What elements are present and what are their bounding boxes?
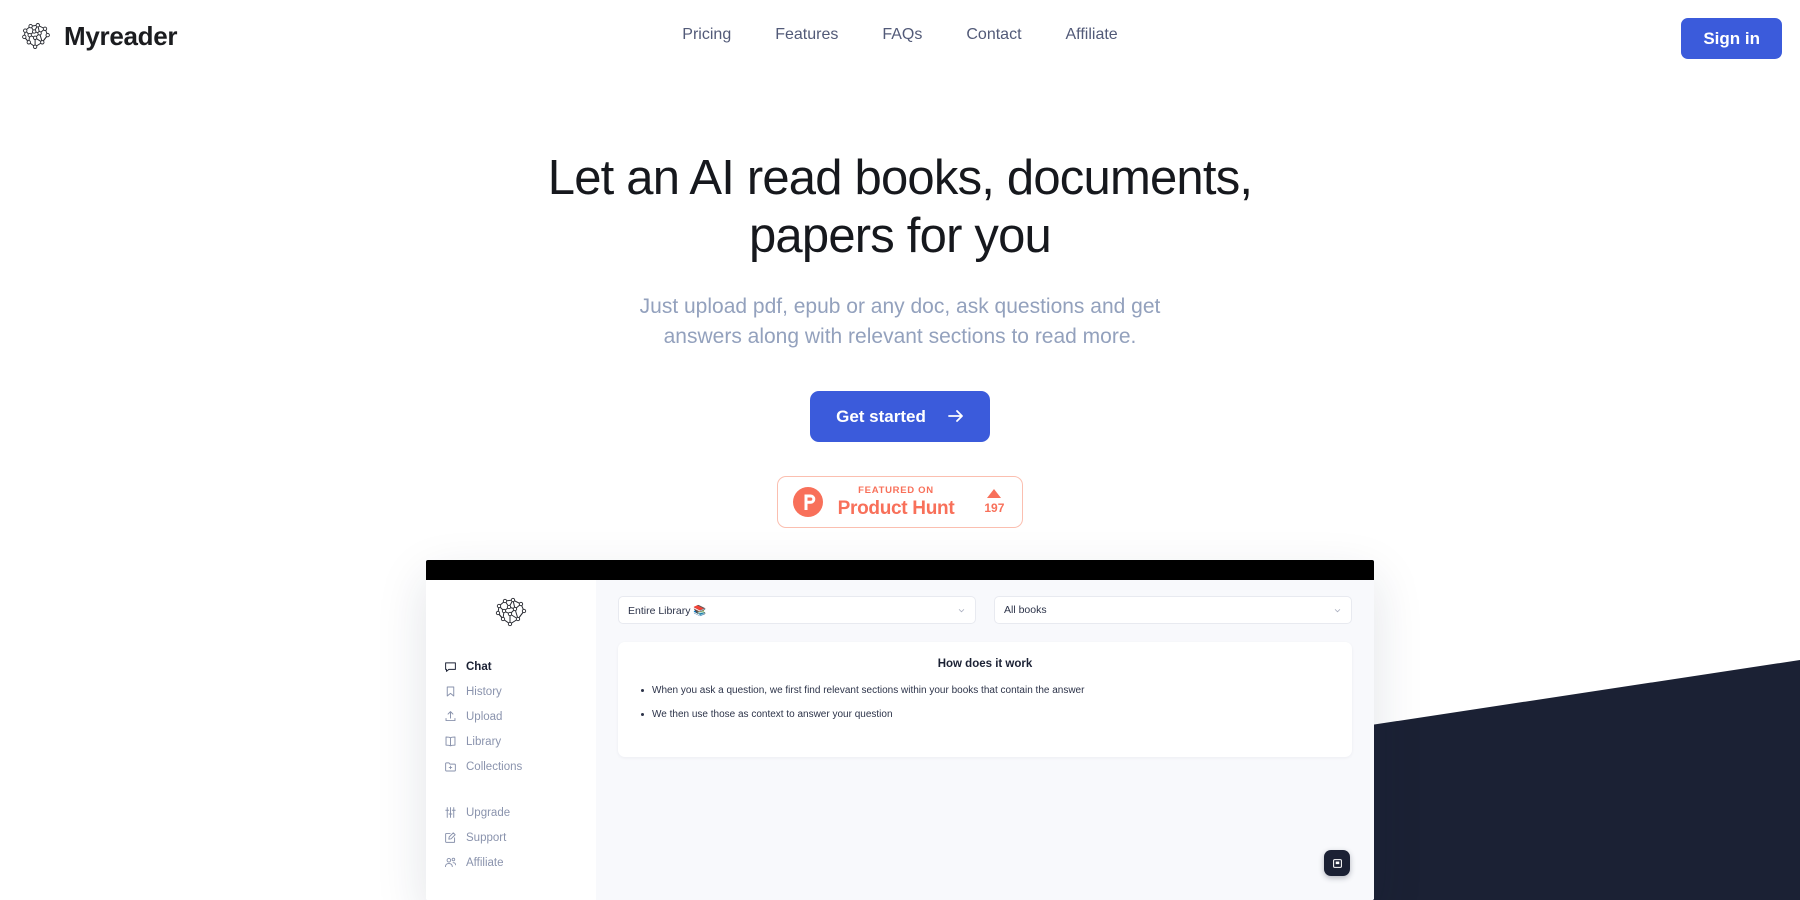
folder-plus-icon [445,762,456,772]
nav-item-features[interactable]: Features [775,26,838,44]
sidebar-item-upgrade[interactable]: Upgrade [438,800,584,825]
nav-item-faqs[interactable]: FAQs [882,26,922,44]
get-started-button[interactable]: Get started [810,390,990,442]
product-hunt-votes: 197 [984,489,1004,514]
sidebar-item-label: Collections [466,760,523,773]
arrow-right-icon [947,409,964,423]
sidebar-item-label: Library [466,735,502,748]
users-icon [444,857,456,868]
product-hunt-badge[interactable]: FEATURED ON Product Hunt 197 [776,475,1024,528]
sidebar-item-label: History [466,685,502,698]
sidebar-item-label: Upgrade [466,806,511,819]
sidebar-item-affiliate[interactable]: Affiliate [438,850,584,875]
triangle-up-icon [987,489,1002,499]
app-preview-screenshot: Chat History Upload Library Collections … [426,560,1374,900]
library-select[interactable]: Entire Library 📚 [618,596,976,624]
landing-page: Myreader Pricing Features FAQs Contact A… [0,0,1800,900]
app-sidebar-secondary-list: Upgrade Support Affiliate [426,800,596,875]
cta-container: Get started [0,390,1800,442]
books-select[interactable]: All books [994,596,1352,624]
main-navigation: Pricing Features FAQs Contact Affiliate [682,26,1117,44]
hero-section: Let an AI read books, documents, papers … [0,150,1800,528]
book-square-icon-button[interactable] [1324,850,1350,876]
brand-logo-link[interactable]: Myreader [18,18,178,54]
books-select-value: All books [1004,604,1047,616]
product-hunt-icon [792,486,823,517]
page-title: Let an AI read books, documents, papers … [547,151,1253,263]
get-started-label: Get started [836,406,926,426]
library-select-value: Entire Library 📚 [628,604,707,617]
nav-item-contact[interactable]: Contact [966,26,1021,44]
sidebar-item-label: Support [466,831,507,844]
sidebar-item-library[interactable]: Library [438,729,584,754]
product-hunt-vote-count: 197 [984,501,1005,516]
book-square-icon [1332,858,1342,868]
sidebar-item-label: Chat [466,660,492,673]
network-graph-icon [495,597,527,627]
filter-row: Entire Library 📚 All books [618,596,1352,624]
nav-item-affiliate[interactable]: Affiliate [1066,26,1118,44]
list-item: When you ask a question, we first find r… [638,683,1332,698]
sidebar-item-collections[interactable]: Collections [438,754,584,779]
sidebar-item-label: Upload [466,710,503,723]
chevron-down-icon [1334,608,1341,612]
edit-square-icon [445,832,456,843]
how-it-works-list: When you ask a question, we first find r… [638,683,1332,722]
nav-item-pricing[interactable]: Pricing [682,26,731,44]
how-it-works-card: How does it work When you ask a question… [618,642,1352,757]
open-book-icon [445,736,456,747]
hero-subtitle: Just upload pdf, epub or any doc, ask qu… [639,294,1161,349]
chevron-down-icon [958,608,965,612]
app-window-body: Chat History Upload Library Collections … [426,580,1374,900]
sign-in-button[interactable]: Sign in [1681,18,1782,59]
brand-name: Myreader [64,20,178,51]
app-sidebar-primary-list: Chat History Upload Library Collections [426,654,596,779]
how-it-works-title: How does it work [937,658,1033,670]
sidebar-item-history[interactable]: History [438,679,584,704]
app-sidebar-logo[interactable] [426,592,596,632]
sidebar-item-upload[interactable]: Upload [438,704,584,729]
product-hunt-container: FEATURED ON Product Hunt 197 [0,475,1800,528]
app-window-titlebar [426,560,1374,580]
network-graph-icon [22,23,50,49]
product-hunt-name: Product Hunt [837,498,955,519]
sidebar-item-support[interactable]: Support [438,825,584,850]
product-hunt-text: FEATURED ON Product Hunt [837,484,955,519]
product-hunt-featured-label: FEATURED ON [858,484,934,496]
sidebar-item-chat[interactable]: Chat [438,654,584,679]
message-square-icon [445,662,456,672]
sidebar-item-label: Affiliate [466,856,504,869]
upload-icon [445,711,456,722]
app-main-panel: Entire Library 📚 All books How does it w… [596,580,1374,900]
bookmark-icon [446,686,455,697]
site-header: Myreader Pricing Features FAQs Contact A… [0,0,1800,80]
app-sidebar: Chat History Upload Library Collections … [426,580,596,900]
list-item: We then use those as context to answer y… [638,707,1332,722]
sliders-icon [445,807,456,818]
